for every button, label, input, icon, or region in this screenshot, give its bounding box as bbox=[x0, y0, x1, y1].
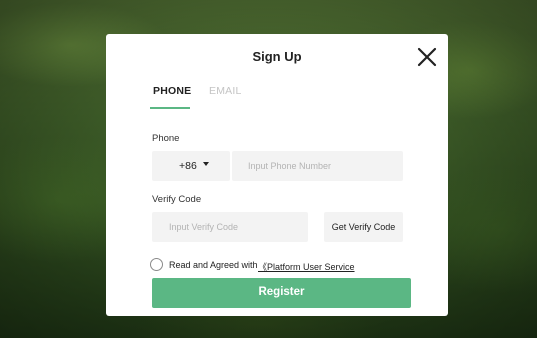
dialog-title: Sign Up bbox=[252, 49, 302, 64]
get-verify-code-button[interactable]: Get Verify Code bbox=[324, 212, 403, 242]
phone-label: Phone bbox=[152, 133, 180, 144]
agreement-text: Read and Agreed with bbox=[169, 260, 258, 270]
country-code-select[interactable]: +86 bbox=[152, 151, 230, 181]
caret-down-icon bbox=[203, 162, 209, 166]
close-icon[interactable] bbox=[416, 46, 438, 68]
verify-code-placeholder: Input Verify Code bbox=[169, 222, 239, 232]
tab-phone[interactable]: PHONE bbox=[153, 85, 191, 97]
country-code-value: +86 bbox=[179, 160, 197, 172]
phone-number-input[interactable]: Input Phone Number bbox=[232, 151, 403, 181]
verify-code-input[interactable]: Input Verify Code bbox=[152, 212, 308, 242]
platform-user-service-link[interactable]: 《Platform User Service bbox=[258, 260, 355, 273]
get-verify-code-label: Get Verify Code bbox=[331, 222, 396, 232]
register-button[interactable]: Register bbox=[152, 278, 411, 308]
agreement-radio[interactable] bbox=[150, 258, 163, 271]
phone-number-placeholder: Input Phone Number bbox=[248, 161, 332, 171]
register-button-label: Register bbox=[258, 286, 305, 298]
sign-up-dialog: Sign Up PHONE EMAIL Phone +86 Input Phon… bbox=[106, 34, 448, 316]
active-tab-indicator bbox=[150, 107, 190, 109]
tab-email[interactable]: EMAIL bbox=[209, 85, 242, 97]
verify-code-label: Verify Code bbox=[152, 194, 202, 205]
